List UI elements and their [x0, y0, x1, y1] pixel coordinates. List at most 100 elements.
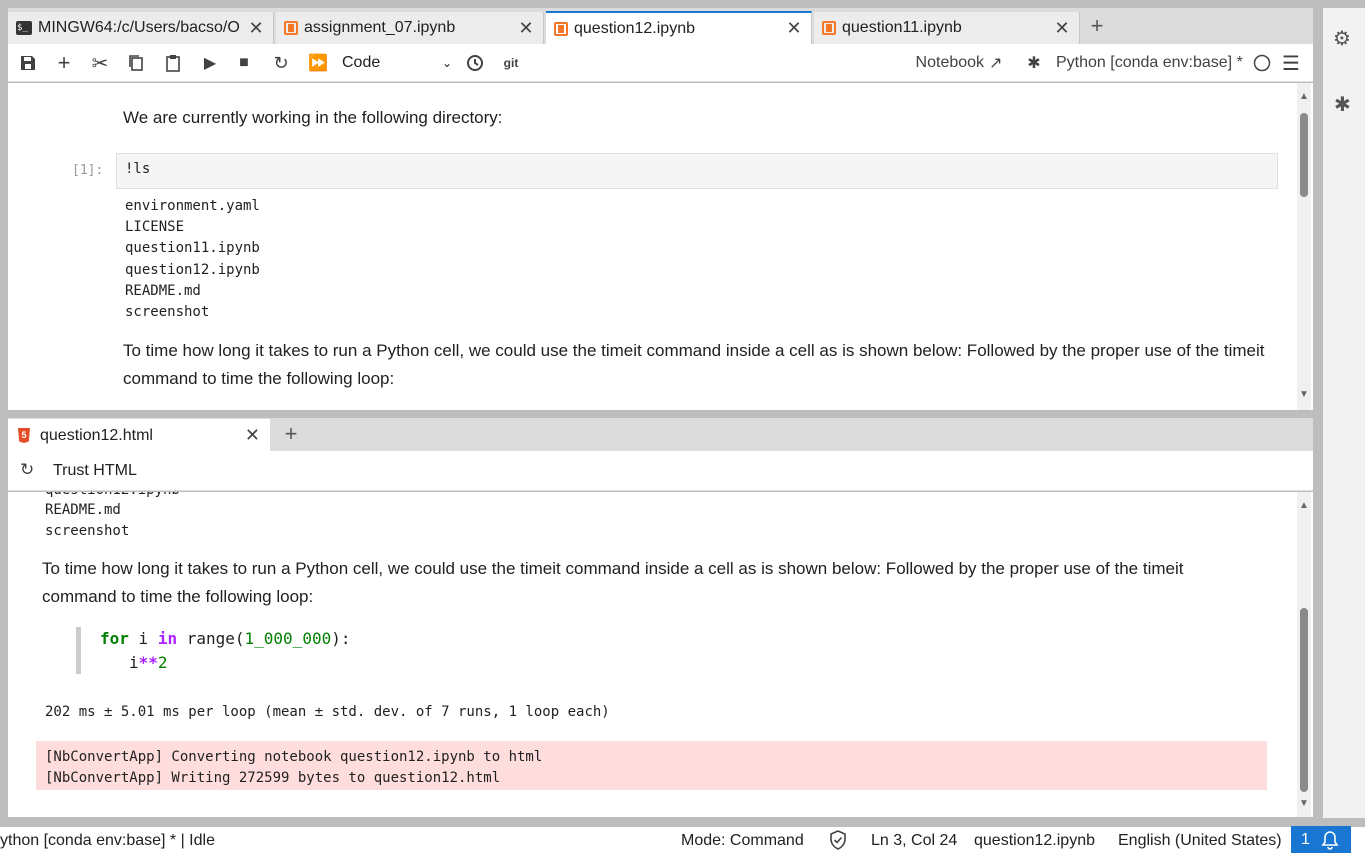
new-tab-button[interactable]: + — [1082, 13, 1112, 41]
bug-icon: ✱ — [1027, 55, 1041, 72]
save-button[interactable] — [18, 52, 38, 74]
notification-count: 1 — [1301, 830, 1310, 848]
stderr-line: [NbConvertApp] Converting notebook quest… — [45, 749, 543, 765]
tab-label: question12.html — [40, 426, 153, 444]
terminal-icon: $_ — [16, 21, 32, 35]
html-preview-pane: question12.ipynb README.md screenshot To… — [8, 492, 1313, 817]
scroll-up-icon[interactable]: ▲ — [1299, 500, 1309, 511]
scroll-up-icon[interactable]: ▲ — [1299, 91, 1309, 102]
shield-check-icon[interactable] — [829, 830, 847, 853]
scroll-thumb[interactable] — [1300, 608, 1308, 792]
close-icon[interactable]: ✕ — [517, 18, 535, 39]
output-line: environment.yaml — [125, 198, 260, 214]
number-literal: 1_000_000 — [244, 629, 332, 648]
new-tab-button[interactable]: + — [276, 421, 306, 449]
scissors-icon: ✂ — [91, 52, 109, 75]
kernel-status[interactable]: ython [conda env:base] * | Idle — [0, 832, 215, 850]
insert-cell-button[interactable]: + — [54, 50, 74, 75]
close-icon[interactable]: ✕ — [247, 18, 265, 39]
keyword: for — [100, 629, 129, 648]
clock-icon — [467, 55, 483, 71]
right-sidebar — [1323, 8, 1365, 818]
code-line: for i in range(1_000_000): — [100, 627, 350, 651]
tab-label: MINGW64:/c/Users/bacso/O — [38, 19, 240, 36]
language-indicator[interactable]: English (United States) — [1118, 832, 1282, 850]
chevron-down-icon: ⌄ — [441, 56, 452, 70]
code-token: i — [128, 629, 158, 648]
tab-label: assignment_07.ipynb — [304, 19, 456, 36]
input-prompt: [1]: — [72, 163, 104, 178]
tab-terminal[interactable]: $_ MINGW64:/c/Users/bacso/O ✕ — [8, 12, 274, 44]
restart-run-all-button[interactable]: ⏩ — [306, 52, 330, 74]
status-file-name: question12.ipynb — [974, 832, 1095, 849]
cell-output: README.md screenshot — [45, 500, 129, 542]
cell-output: environment.yaml LICENSE question11.ipyn… — [125, 196, 260, 323]
debugger-button[interactable]: ✱ — [1024, 52, 1044, 74]
property-inspector-icon[interactable]: ⚙ — [1333, 26, 1351, 51]
kernel-name-button[interactable]: Python [conda env:base] * — [1056, 52, 1248, 74]
number-literal: 2 — [157, 653, 168, 672]
kernel-status-indicator — [1252, 52, 1272, 74]
notebook-icon — [822, 21, 836, 35]
run-button[interactable]: ▶ — [200, 52, 220, 74]
mode-indicator: Mode: Command — [681, 832, 804, 849]
external-link-icon: ↗ — [989, 55, 1003, 72]
close-icon[interactable]: ✕ — [1053, 18, 1071, 39]
code-input[interactable]: !ls — [116, 153, 1278, 189]
save-icon — [21, 56, 35, 70]
output-line: LICENSE — [125, 219, 185, 236]
output-line: README.md — [45, 502, 121, 518]
trust-html-button[interactable]: Trust HTML — [53, 462, 137, 480]
debugger-icon[interactable]: ✱ — [1334, 92, 1351, 117]
close-icon[interactable]: ✕ — [245, 425, 260, 446]
restart-button[interactable]: ↻ — [270, 52, 292, 74]
kernel-label: Python [conda env:base] * — [1056, 54, 1243, 71]
markdown-cell: To time how long it takes to run a Pytho… — [123, 341, 1265, 388]
output-line: screenshot — [45, 523, 130, 540]
fast-forward-icon: ⏩ — [308, 55, 328, 72]
tab-question12[interactable]: question12.ipynb ✕ — [546, 11, 812, 44]
menu-button[interactable]: ☰ — [1281, 52, 1301, 75]
paste-button[interactable] — [163, 52, 183, 74]
scroll-thumb[interactable] — [1300, 113, 1308, 197]
jupyterlab-window: $_ MINGW64:/c/Users/bacso/O ✕ assignment… — [0, 0, 1365, 853]
keyword: in — [157, 629, 178, 648]
scroll-down-icon[interactable]: ▼ — [1299, 798, 1309, 809]
play-icon: ▶ — [203, 55, 217, 72]
refresh-icon: ↻ — [273, 52, 289, 73]
tab-question12-html[interactable]: 5 question12.html ✕ — [8, 419, 270, 452]
output-line: screenshot — [125, 304, 210, 321]
tab-assignment-07[interactable]: assignment_07.ipynb ✕ — [276, 12, 544, 44]
markdown-paragraph: To time how long it takes to run a Pytho… — [42, 559, 1184, 606]
code-token: i — [129, 653, 139, 672]
code-line: i**2 — [100, 651, 350, 675]
history-button[interactable] — [464, 52, 486, 74]
code-token: ): — [331, 629, 351, 648]
notebook-pane: We are currently working in the followin… — [8, 83, 1313, 410]
markdown-cell: We are currently working in the followin… — [123, 108, 503, 127]
html5-icon: 5 — [18, 428, 30, 443]
scroll-down-icon[interactable]: ▼ — [1299, 389, 1309, 400]
close-icon[interactable]: ✕ — [785, 18, 803, 39]
open-notebook-button[interactable]: Notebook ↗ — [908, 52, 1010, 74]
git-button[interactable]: git — [498, 52, 524, 74]
code-block-border — [76, 627, 81, 674]
plus-icon: + — [57, 50, 71, 75]
code-token: range( — [177, 629, 245, 648]
stderr-output: [NbConvertApp] Converting notebook quest… — [36, 741, 1267, 790]
git-label: git — [503, 56, 519, 70]
tab-question11[interactable]: question11.ipynb ✕ — [814, 12, 1080, 44]
notebook-label: Notebook — [915, 54, 985, 71]
stop-icon: ■ — [239, 54, 249, 71]
notifications-button[interactable]: 1 — [1291, 826, 1351, 853]
cursor-position[interactable]: Ln 3, Col 24 — [871, 832, 957, 850]
cut-button[interactable]: ✂ — [89, 52, 111, 75]
reload-icon[interactable]: ↻ — [20, 460, 34, 480]
output-line: README.md — [125, 282, 201, 299]
tab-label: question12.ipynb — [574, 19, 695, 37]
copy-button[interactable] — [126, 52, 146, 74]
output-line: question12.ipynb — [125, 261, 260, 278]
interrupt-button[interactable]: ■ — [234, 52, 254, 74]
operator: ** — [138, 653, 158, 672]
cell-type-select[interactable]: Code ⌄ — [342, 52, 452, 74]
